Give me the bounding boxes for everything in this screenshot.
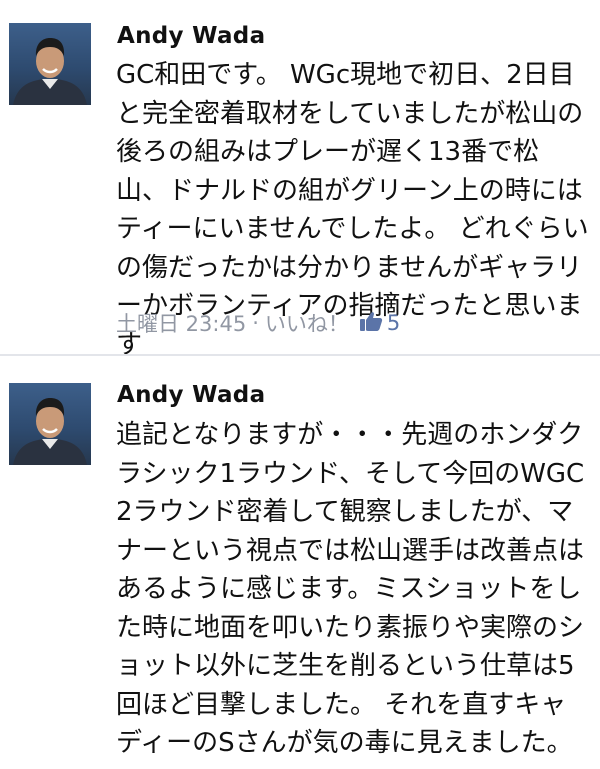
comment-divider (0, 354, 600, 356)
separator: · (252, 311, 259, 335)
avatar-photo (13, 38, 87, 105)
like-link[interactable]: いいね！ (265, 308, 349, 338)
avatar[interactable] (9, 383, 91, 465)
avatar[interactable] (9, 23, 91, 105)
like-count[interactable]: 5 (387, 311, 400, 335)
comment-meta: 土曜日 23:45 · いいね！ 5 (116, 308, 400, 338)
comment-1: Andy Wada GC和田です。 WGc現地で初日、2日目と完全密着取材をして… (0, 0, 600, 360)
comment-text: 追記となりますが・・・先週のホンダクラシック1ラウンド、そして今回のWGC2ラウ… (116, 420, 585, 758)
avatar-photo (13, 398, 87, 465)
author-name[interactable]: Andy Wada (117, 23, 265, 49)
comment-2: Andy Wada 追記となりますが・・・先週のホンダクラシック1ラウンド、そし… (0, 362, 600, 769)
timestamp[interactable]: 土曜日 23:45 (116, 308, 246, 338)
author-name[interactable]: Andy Wada (117, 382, 265, 408)
thumbs-up-icon (359, 310, 383, 337)
